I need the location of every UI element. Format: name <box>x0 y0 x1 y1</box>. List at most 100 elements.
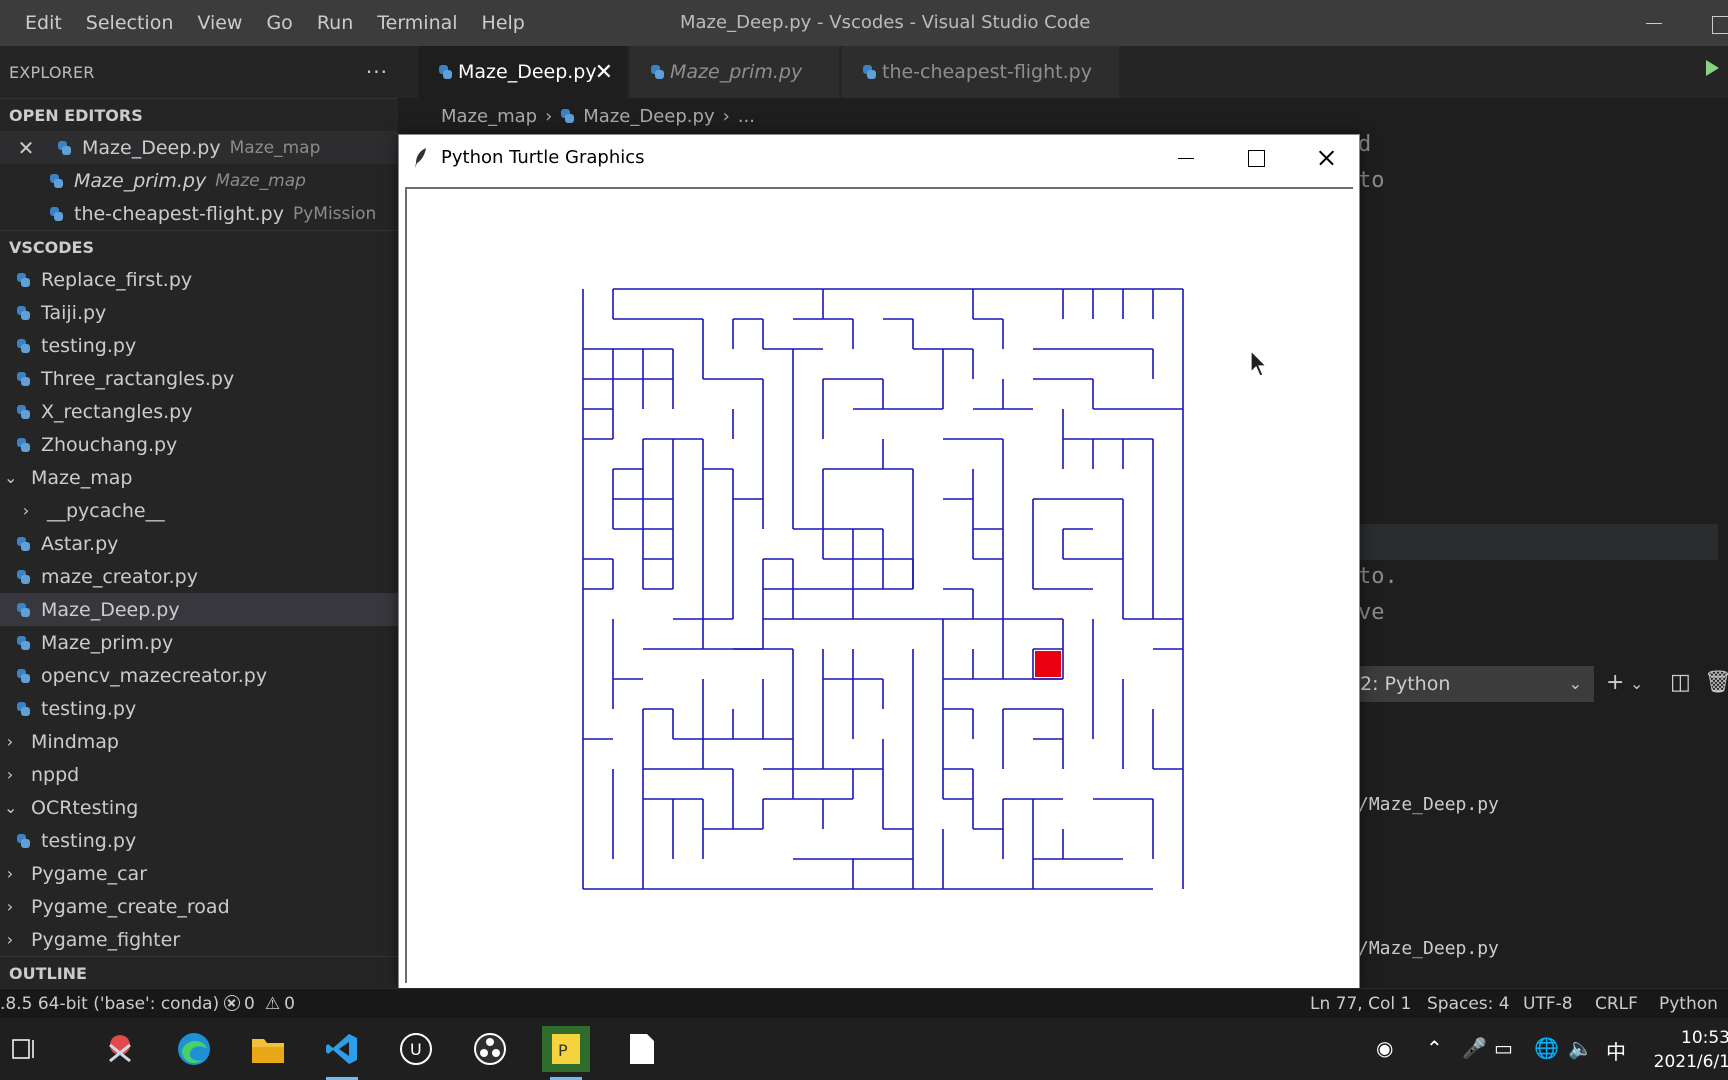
maximize-icon[interactable] <box>1706 8 1728 38</box>
more-actions-icon[interactable]: ··· <box>366 60 388 84</box>
close-tab-icon[interactable]: ✕ <box>595 60 613 85</box>
python-file-icon <box>16 338 30 353</box>
tree-file-item[interactable]: Astar.py <box>0 527 398 560</box>
ime-indicator[interactable]: 中 <box>1606 1036 1626 1065</box>
menu-selection[interactable]: Selection <box>74 12 186 34</box>
python-turtle-app-icon[interactable]: P <box>542 1026 590 1080</box>
tree-file-item[interactable]: Taiji.py <box>0 296 398 329</box>
outline-header[interactable]: OUTLINE <box>0 956 398 988</box>
file-name: maze_creator.py <box>41 565 198 588</box>
chevron-right-icon: › <box>6 930 14 949</box>
open-editor-item-cheapest-flight[interactable]: the-cheapest-flight.py PyMission <box>0 197 398 230</box>
python-file-icon <box>49 173 63 188</box>
chevron-right-icon: › <box>545 105 553 127</box>
code-fragment: to <box>1358 168 1385 193</box>
breadcrumb-folder[interactable]: Maze_map <box>441 106 537 127</box>
vscode-icon[interactable] <box>318 1026 366 1080</box>
encoding[interactable]: UTF-8 <box>1523 989 1573 1019</box>
trash-icon[interactable]: 🗑 <box>1704 670 1728 695</box>
open-editor-item-maze-prim[interactable]: Maze_prim.py Maze_map <box>0 164 398 197</box>
tree-file-item[interactable]: testing.py <box>0 692 398 725</box>
indentation[interactable]: Spaces: 4 <box>1427 989 1510 1019</box>
edge-browser-icon[interactable] <box>170 1026 218 1072</box>
python-file-icon <box>438 65 452 79</box>
notepad-icon[interactable] <box>618 1026 666 1072</box>
breadcrumb-more[interactable]: ... <box>738 106 755 127</box>
menu-view[interactable]: View <box>185 12 254 34</box>
open-editor-folder: PyMission <box>292 203 377 224</box>
obs-studio-icon[interactable] <box>466 1026 514 1072</box>
problems-indicator[interactable]: 0 ⚠ 0 <box>224 989 295 1019</box>
tree-folder-pygame-car[interactable]: › Pygame_car <box>0 857 398 890</box>
python-file-icon <box>49 206 63 221</box>
tree-file-item-selected[interactable]: Maze_Deep.py <box>0 593 398 626</box>
task-view-icon[interactable] <box>0 1026 48 1072</box>
python-file-icon <box>650 65 664 79</box>
chevron-right-icon: › <box>6 897 14 916</box>
language-mode[interactable]: Python <box>1659 989 1718 1019</box>
cursor-position[interactable]: Ln 77, Col 1 <box>1310 989 1411 1019</box>
terminal-select[interactable]: 2: Python ⌄ <box>1358 666 1594 702</box>
tree-file-item[interactable]: Replace_first.py <box>0 263 398 296</box>
tree-file-item[interactable]: opencv_mazecreator.py <box>0 659 398 692</box>
mouse-cursor-icon <box>1250 350 1268 377</box>
python-file-icon <box>16 305 30 320</box>
new-terminal-icon[interactable]: + <box>1606 670 1624 695</box>
volume-icon[interactable]: 🔈 <box>1568 1036 1593 1060</box>
file-name: testing.py <box>41 829 137 852</box>
turtle-canvas[interactable] <box>405 187 1353 983</box>
tree-folder-mindmap[interactable]: › Mindmap <box>0 725 398 758</box>
folder-name: Pygame_fighter <box>31 928 181 951</box>
file-name: Astar.py <box>41 532 119 555</box>
tree-file-item[interactable]: Three_ractangles.py <box>0 362 398 395</box>
turtle-title-bar[interactable]: Python Turtle Graphics <box>399 135 1359 181</box>
tab-cheapest-flight[interactable]: the-cheapest-flight.py <box>842 46 1120 98</box>
maximize-icon[interactable] <box>1241 143 1271 173</box>
tree-file-item[interactable]: X_rectangles.py <box>0 395 398 428</box>
line-ending[interactable]: CRLF <box>1595 989 1638 1019</box>
tree-folder-pycache[interactable]: › __pycache__ <box>0 494 398 527</box>
tree-file-item[interactable]: maze_creator.py <box>0 560 398 593</box>
system-clock[interactable]: 10:53 2021/6/1 <box>1640 1026 1728 1074</box>
tree-folder-pygame-fighter[interactable]: › Pygame_fighter <box>0 923 398 956</box>
snipping-tool-icon[interactable] <box>96 1026 144 1072</box>
battery-icon[interactable]: ▭ <box>1494 1036 1513 1060</box>
minimize-icon[interactable] <box>1171 143 1201 173</box>
tab-maze-prim[interactable]: Maze_prim.py <box>630 46 840 98</box>
menu-terminal[interactable]: Terminal <box>365 12 469 34</box>
tab-maze-deep[interactable]: Maze_Deep.py ✕ <box>418 46 628 98</box>
chevron-down-icon[interactable]: ⌄ <box>1630 674 1643 693</box>
menu-go[interactable]: Go <box>254 12 304 34</box>
menu-help[interactable]: Help <box>470 12 537 34</box>
split-terminal-icon[interactable]: ◫ <box>1670 670 1691 695</box>
tree-folder-maze-map[interactable]: ⌄ Maze_map <box>0 461 398 494</box>
microphone-icon[interactable]: 🎤 <box>1462 1036 1487 1060</box>
file-explorer-icon[interactable] <box>244 1026 292 1072</box>
unreal-engine-icon[interactable]: U <box>392 1026 440 1072</box>
globe-icon[interactable]: 🌐 <box>1534 1036 1559 1060</box>
tree-file-item[interactable]: testing.py <box>0 824 398 857</box>
tree-file-item[interactable]: testing.py <box>0 329 398 362</box>
breadcrumb-file[interactable]: Maze_Deep.py <box>583 106 714 127</box>
tree-folder-ocrtesting[interactable]: ⌄ OCRtesting <box>0 791 398 824</box>
close-icon[interactable] <box>1311 143 1341 173</box>
run-icon[interactable] <box>1706 60 1719 76</box>
tree-file-item[interactable]: Zhouchang.py <box>0 428 398 461</box>
tree-folder-pygame-road[interactable]: › Pygame_create_road <box>0 890 398 923</box>
turtle-position-marker <box>1035 651 1061 677</box>
open-editor-item-maze-deep[interactable]: ✕ Maze_Deep.py Maze_map <box>0 131 398 164</box>
minimize-icon[interactable] <box>1640 8 1670 38</box>
chevron-up-icon[interactable]: ⌃ <box>1426 1036 1443 1060</box>
tree-file-item[interactable]: Maze_prim.py <box>0 626 398 659</box>
python-interpreter[interactable]: .8.5 64-bit ('base': conda) <box>0 989 219 1019</box>
workspace-header[interactable]: VSCODES <box>0 230 398 263</box>
open-editors-header[interactable]: OPEN EDITORS <box>0 98 398 131</box>
chevron-down-icon: ⌄ <box>4 798 18 817</box>
tree-folder-nppd[interactable]: › nppd <box>0 758 398 791</box>
chevron-right-icon: › <box>6 864 14 883</box>
menu-edit[interactable]: Edit <box>0 12 74 34</box>
close-editor-icon[interactable]: ✕ <box>16 136 36 160</box>
folder-name: Pygame_create_road <box>31 895 230 918</box>
menu-run[interactable]: Run <box>305 12 365 34</box>
tray-app-icon[interactable]: ◉ <box>1376 1036 1393 1060</box>
